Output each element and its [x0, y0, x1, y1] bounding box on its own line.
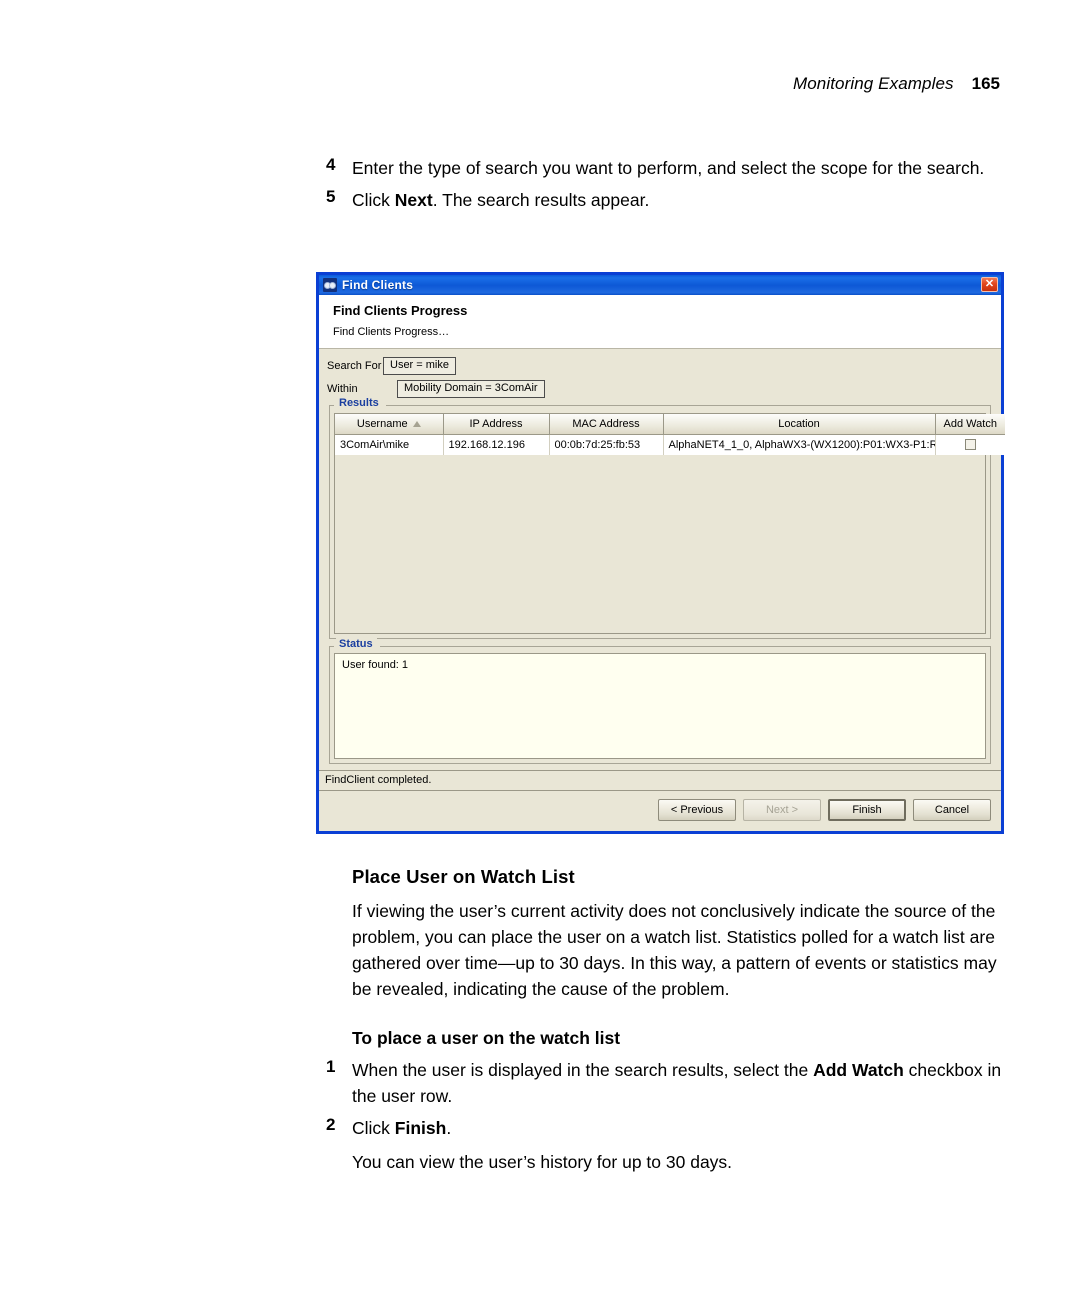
- status-groupbox: Status User found: 1: [329, 638, 991, 764]
- wizard-header: Find Clients Progress Find Clients Progr…: [319, 295, 1001, 349]
- results-table: Username IP Address MAC Address Location…: [335, 414, 1005, 455]
- column-header-username[interactable]: Username: [335, 414, 444, 435]
- step-5-number: 5: [326, 187, 336, 206]
- page-content: 4 Enter the type of search you want to p…: [318, 155, 1018, 215]
- watchlist-step-2-number: 2: [326, 1115, 336, 1134]
- column-header-username-label: Username: [356, 417, 408, 430]
- watchlist-step-1-number: 1: [326, 1057, 336, 1076]
- section-paragraph: If viewing the user’s current activity d…: [352, 901, 997, 999]
- results-groupbox: Results Username IP Address MAC Address …: [329, 397, 1005, 639]
- search-for-row: Search For User = mike: [327, 357, 993, 375]
- within-value: Mobility Domain = 3ComAir: [397, 380, 545, 398]
- page-number: 165: [971, 74, 1000, 93]
- cancel-button[interactable]: Cancel: [913, 799, 991, 821]
- section-heading-place-user-on-watch-list: Place User on Watch List: [352, 866, 575, 887]
- status-textarea: User found: 1: [334, 653, 986, 759]
- section-heading-to-place-a-user: To place a user on the watch list: [352, 1028, 621, 1048]
- wizard-title: Find Clients Progress: [333, 303, 468, 318]
- watchlist-step-1: 1 When the user is displayed in the sear…: [318, 1057, 1018, 1109]
- step-5-text-pre: Click: [352, 190, 395, 210]
- search-for-value: User = mike: [383, 357, 456, 375]
- cell-add-watch[interactable]: [935, 434, 1005, 455]
- search-for-label: Search For: [327, 360, 382, 372]
- watchlist-step-1-bold: Add Watch: [813, 1060, 904, 1080]
- step-4-text: Enter the type of search you want to per…: [352, 155, 1018, 181]
- binoculars-icon: [323, 278, 337, 292]
- cell-location: AlphaNET4_1_0, AlphaWX3-(WX1200):P01:WX3…: [663, 434, 936, 455]
- step-4-number: 4: [326, 155, 336, 174]
- watchlist-step-2: 2 Click Finish.: [318, 1115, 1018, 1141]
- find-clients-dialog: Find Clients ✕ Find Clients Progress Fin…: [316, 272, 1005, 834]
- watchlist-step-2-bold: Finish: [394, 1118, 447, 1138]
- page-content-lower: Place User on Watch List If viewing the …: [318, 866, 1018, 1175]
- column-header-location[interactable]: Location: [663, 414, 936, 435]
- add-watch-checkbox[interactable]: [964, 439, 976, 451]
- wizard-subtitle: Find Clients Progress…: [333, 326, 450, 338]
- table-row[interactable]: 3ComAir\mike 192.168.12.196 00:0b:7d:25:…: [335, 434, 1005, 455]
- within-row: Within Mobility Domain = 3ComAir: [327, 380, 993, 398]
- watchlist-step-1-text: When the user is displayed in the search…: [352, 1057, 1018, 1109]
- step-5: 5 Click Next. The search results appear.: [318, 187, 1018, 213]
- cell-mac-address: 00:0b:7d:25:fb:53: [549, 434, 664, 455]
- close-icon[interactable]: ✕: [981, 277, 998, 292]
- status-legend: Status: [336, 638, 377, 651]
- column-header-add-watch[interactable]: Add Watch: [935, 414, 1005, 435]
- column-header-mac-address[interactable]: MAC Address: [549, 414, 664, 435]
- finish-button[interactable]: Finish: [828, 799, 906, 821]
- next-button: Next >: [743, 799, 821, 821]
- watchlist-step-2-post: .: [446, 1118, 452, 1138]
- step-5-text: Click Next. The search results appear.: [352, 187, 1018, 213]
- dialog-statusbar: FindClient completed.: [319, 770, 1001, 791]
- cell-username: 3ComAir\mike: [335, 434, 444, 455]
- step-5-text-post: . The search results appear.: [432, 190, 650, 210]
- page-header-chapter: Monitoring Examples: [792, 74, 954, 93]
- dialog-title: Find Clients: [342, 278, 414, 292]
- results-legend: Results: [336, 397, 383, 410]
- status-message: User found: 1: [342, 659, 409, 671]
- dialog-button-bar: < Previous Next > Finish Cancel: [319, 791, 1001, 829]
- column-header-ip-address[interactable]: IP Address: [443, 414, 550, 435]
- within-label: Within: [327, 383, 358, 395]
- previous-button[interactable]: < Previous: [658, 799, 736, 821]
- step-5-text-bold: Next: [394, 190, 433, 210]
- watchlist-step-2-text: Click Finish.: [352, 1115, 1018, 1141]
- watchlist-step-1-pre: When the user is displayed in the search…: [352, 1060, 814, 1080]
- dialog-body: Search For User = mike Within Mobility D…: [319, 349, 1005, 764]
- watchlist-closing-text: You can view the user’s history for up t…: [352, 1152, 733, 1172]
- step-4: 4 Enter the type of search you want to p…: [318, 155, 1018, 181]
- cell-ip-address: 192.168.12.196: [443, 434, 550, 455]
- watchlist-step-2-pre: Click: [352, 1118, 395, 1138]
- sort-ascending-icon: [412, 420, 421, 427]
- results-empty-area: [335, 455, 985, 633]
- results-table-header-row: Username IP Address MAC Address Location…: [335, 414, 1005, 435]
- results-table-wrapper[interactable]: Username IP Address MAC Address Location…: [334, 413, 1005, 634]
- page-header: Monitoring Examples 165: [793, 74, 1000, 94]
- dialog-titlebar[interactable]: Find Clients ✕: [319, 275, 1001, 295]
- step-4-text-pre: Enter the type of search you want to per…: [352, 158, 985, 178]
